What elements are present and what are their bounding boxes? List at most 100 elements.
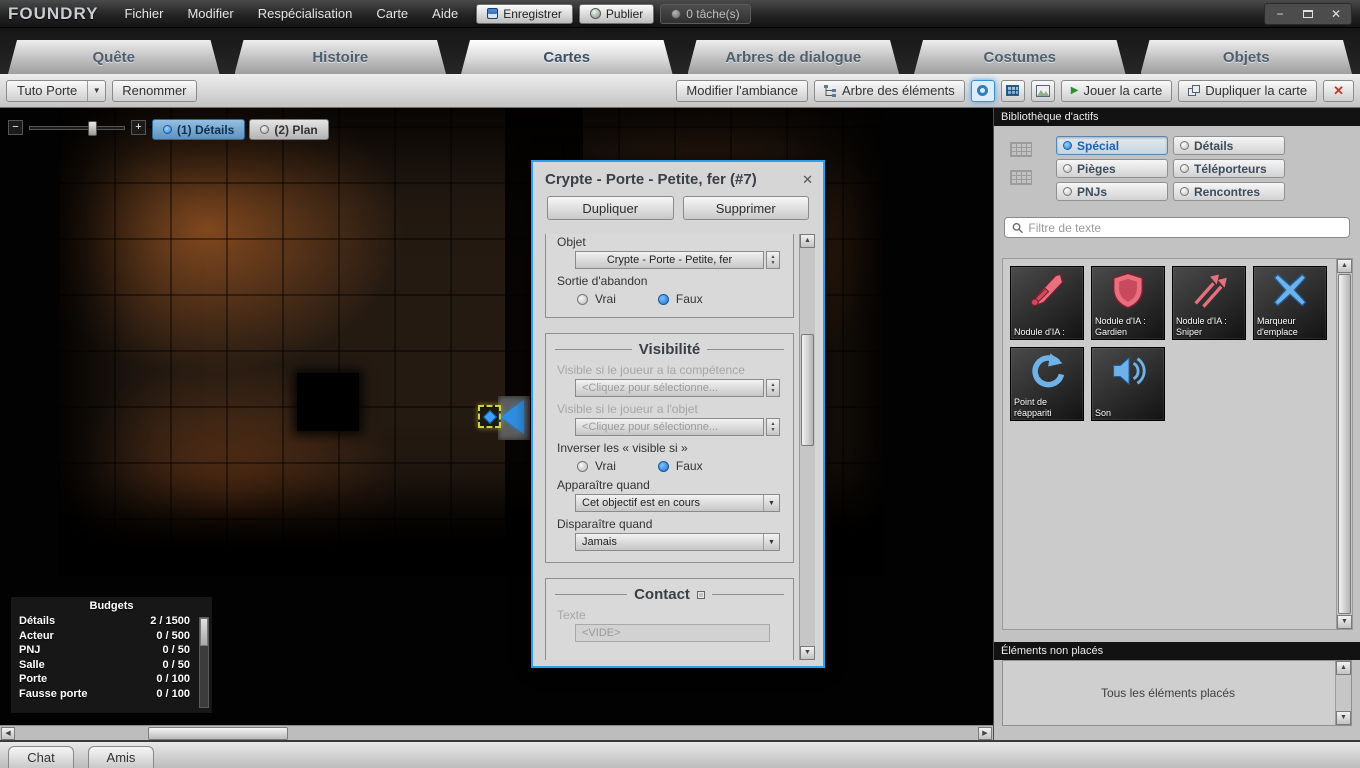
tab-cartes[interactable]: Cartes	[461, 40, 673, 74]
grid-view-icon[interactable]	[1010, 142, 1032, 157]
tab-costumes[interactable]: Costumes	[914, 40, 1126, 74]
duplicate-button[interactable]: Dupliquer	[547, 196, 674, 220]
asset-sound[interactable]: Son	[1091, 347, 1165, 421]
zoom-slider-thumb[interactable]	[88, 120, 97, 136]
friends-tab[interactable]: Amis	[88, 746, 154, 768]
appear-when-dropdown[interactable]: Cet objectif est en cours ▼	[575, 494, 780, 512]
circle-tool-button[interactable]	[970, 79, 995, 102]
unplaced-elements-box[interactable]: Tous les éléments placés ▲ ▼	[1002, 660, 1352, 726]
minimize-button[interactable]: −	[1267, 5, 1293, 23]
selected-door-marker[interactable]	[478, 405, 501, 428]
view-tab-details[interactable]: (1) Détails	[152, 119, 246, 140]
list-view-icon[interactable]	[1010, 170, 1032, 185]
dialog-close-button[interactable]: ✕	[802, 172, 813, 188]
terrain-tool-button[interactable]	[1030, 79, 1055, 102]
object-select[interactable]: Crypte - Porte - Petite, fer	[575, 251, 764, 269]
tab-objets[interactable]: Objets	[1141, 40, 1353, 74]
door-direction-arrow	[501, 400, 524, 434]
category-special[interactable]: Spécial	[1056, 136, 1168, 155]
scroll-down-button[interactable]: ▼	[1337, 615, 1352, 629]
tab-histoire[interactable]: Histoire	[235, 40, 447, 74]
tasks-indicator[interactable]: 0 tâche(s)	[660, 3, 751, 24]
close-window-button[interactable]: ✕	[1323, 5, 1349, 23]
asset-label: Marqueur d'emplace	[1257, 316, 1298, 337]
map-selector-dropdown[interactable]: Tuto Porte ▼	[6, 79, 107, 102]
unplaced-elements-header: Éléments non placés	[994, 642, 1360, 660]
scroll-up-button[interactable]: ▲	[800, 234, 815, 248]
asset-location-marker[interactable]: Marqueur d'emplace	[1253, 266, 1327, 340]
contact-group: Contact Texte <VIDE>	[545, 578, 794, 660]
budget-row: PNJ 0 / 50	[11, 643, 212, 658]
zoom-out-button[interactable]: −	[8, 120, 23, 135]
duplicate-map-button[interactable]: Dupliquer la carte	[1178, 79, 1318, 102]
spinner-control[interactable]: ▲ ▼	[766, 251, 780, 269]
publish-button[interactable]: Publier	[578, 3, 655, 24]
maximize-button[interactable]	[1295, 5, 1321, 23]
edit-ambiance-button[interactable]: Modifier l'ambiance	[676, 79, 808, 102]
view-tab-plan[interactable]: (2) Plan	[249, 119, 329, 140]
unplaced-scrollbar[interactable]: ▲ ▼	[1335, 661, 1351, 725]
budgets-scrollbar-thumb[interactable]	[200, 618, 208, 646]
budget-row: Salle 0 / 50	[11, 658, 212, 673]
close-map-button[interactable]: ✕	[1323, 79, 1354, 102]
radio-false-selected[interactable]	[657, 293, 669, 305]
unplaced-elements-text: Tous les éléments placés	[1100, 686, 1236, 700]
asset-grid-scrollbar[interactable]: ▲ ▼	[1336, 259, 1352, 629]
disappear-when-dropdown[interactable]: Jamais ▼	[575, 533, 780, 551]
scroll-right-button[interactable]: ▶	[978, 727, 992, 740]
save-button[interactable]: Enregistrer	[476, 3, 573, 24]
visible-skill-row: <Cliquez pour sélectionne... ▲ ▼	[575, 379, 780, 397]
scroll-down-button[interactable]: ▼	[800, 646, 815, 660]
scroll-up-button[interactable]: ▲	[1336, 661, 1351, 675]
text-field[interactable]: <VIDE>	[575, 624, 770, 642]
scroll-left-button[interactable]: ◀	[1, 727, 15, 740]
radio-false-label: Faux	[675, 292, 703, 306]
visible-object-select[interactable]: <Cliquez pour sélectionne...	[575, 418, 764, 436]
filter-search-box[interactable]	[1004, 217, 1350, 238]
asset-ai-node[interactable]: Nodule d'IA :	[1010, 266, 1084, 340]
category-rencontres[interactable]: Rencontres	[1173, 182, 1285, 201]
scroll-up-button[interactable]: ▲	[1337, 259, 1352, 273]
category-teleporteurs[interactable]: Téléporteurs	[1173, 159, 1285, 178]
menu-respecialisation[interactable]: Respécialisation	[246, 2, 365, 25]
dialog-scrollbar[interactable]: ▲ ▼	[799, 234, 815, 660]
asset-ai-node-gardien[interactable]: Nodule d'IA : Gardien	[1091, 266, 1165, 340]
tab-arbres-de-dialogue[interactable]: Arbres de dialogue	[688, 40, 900, 74]
category-pieges[interactable]: Pièges	[1056, 159, 1168, 178]
zoom-slider[interactable]	[29, 120, 125, 136]
zoom-in-button[interactable]: +	[131, 120, 146, 135]
asset-respawn-point[interactable]: Point de réappariti	[1010, 347, 1084, 421]
spinner-control[interactable]: ▲ ▼	[766, 379, 780, 397]
spinner-control[interactable]: ▲ ▼	[766, 418, 780, 436]
map-canvas[interactable]: − + (1) Détails (2) Plan Budgets Détails…	[0, 108, 993, 725]
contact-help-icon[interactable]	[696, 590, 705, 599]
map-hscroll-thumb[interactable]	[148, 727, 288, 740]
element-tree-button[interactable]: Arbre des éléments	[814, 79, 965, 102]
play-map-button[interactable]: ▶ Jouer la carte	[1060, 79, 1173, 102]
respawn-arrow-icon	[1032, 353, 1065, 388]
visible-skill-select[interactable]: <Cliquez pour sélectionne...	[575, 379, 764, 397]
delete-button[interactable]: Supprimer	[682, 196, 809, 220]
rename-button[interactable]: Renommer	[112, 79, 197, 102]
radio-true[interactable]	[577, 293, 588, 305]
menu-fichier[interactable]: Fichier	[112, 2, 175, 25]
category-details[interactable]: Détails	[1173, 136, 1285, 155]
radio-true[interactable]	[577, 460, 588, 472]
grid-tool-button[interactable]	[1000, 79, 1025, 102]
visible-object-label: Visible si le joueur a l'objet	[557, 402, 698, 416]
menu-aide[interactable]: Aide	[420, 2, 470, 25]
budgets-scrollbar[interactable]	[199, 617, 209, 708]
dialog-scroll-thumb[interactable]	[801, 334, 814, 446]
tab-quete[interactable]: Quête	[8, 40, 220, 74]
category-pnjs[interactable]: PNJs	[1056, 182, 1168, 201]
scroll-down-button[interactable]: ▼	[1336, 711, 1351, 725]
menu-carte[interactable]: Carte	[364, 2, 420, 25]
asset-ai-node-sniper[interactable]: Nodule d'IA : Sniper	[1172, 266, 1246, 340]
asset-scroll-thumb[interactable]	[1338, 274, 1351, 614]
radio-false-selected[interactable]	[657, 460, 669, 472]
menu-modifier[interactable]: Modifier	[175, 2, 245, 25]
chat-tab[interactable]: Chat	[8, 746, 74, 768]
map-horizontal-scrollbar[interactable]: ◀ ▶	[0, 725, 993, 740]
tab-costumes-label: Costumes	[983, 48, 1057, 66]
filter-search-input[interactable]	[1028, 220, 1342, 235]
